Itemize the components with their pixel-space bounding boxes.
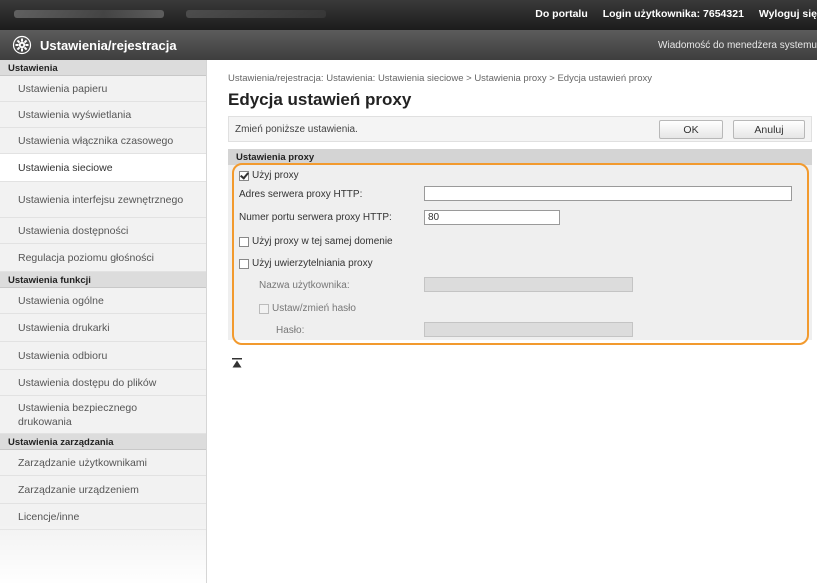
sidebar-item-timer-settings[interactable]: Ustawienia włącznika czasowego (0, 128, 206, 154)
sidebar-item-secure-print-settings[interactable]: Ustawienia bezpiecznego drukowania (0, 396, 206, 434)
page-title: Edycja ustawień proxy (228, 90, 412, 109)
login-value: 7654321 (703, 8, 744, 20)
sidebar-item-licenses[interactable]: Licencje/inne (0, 504, 206, 530)
main-content: Ustawienia/rejestracja: Ustawienia: Usta… (208, 60, 817, 583)
sidebar-section-management-settings: Ustawienia zarządzania (0, 434, 206, 450)
sidebar-item-printer-settings[interactable]: Ustawienia drukarki (0, 314, 206, 342)
username-input[interactable] (424, 277, 633, 292)
instruction-text: Zmień poniższe ustawienia. (235, 124, 358, 135)
action-bar: Zmień poniższe ustawienia. OK Anuluj (228, 116, 812, 142)
ok-button[interactable]: OK (659, 120, 723, 139)
sidebar-item-volume-settings[interactable]: Regulacja poziomu głośności (0, 244, 206, 272)
sidebar-item-general-settings[interactable]: Ustawienia ogólne (0, 288, 206, 314)
proxy-auth-checkbox[interactable] (239, 258, 249, 269)
breadcrumb: Ustawienia/rejestracja: Ustawienia: Usta… (228, 73, 652, 84)
http-server-input[interactable] (424, 186, 792, 201)
sidebar-fade (0, 523, 206, 583)
blurred-header-text-2 (186, 10, 326, 18)
same-domain-row: Użyj proxy w tej samej domenie (239, 236, 393, 247)
sidebar-item-device-management[interactable]: Zarządzanie urządzeniem (0, 476, 206, 504)
sidebar: Ustawienia Ustawienia papieru Ustawienia… (0, 60, 207, 583)
proxy-auth-row: Użyj uwierzytelniania proxy (239, 258, 373, 269)
sidebar-item-external-interface-settings[interactable]: Ustawienia interfejsu zewnętrznego (0, 182, 206, 218)
http-port-input[interactable] (424, 210, 560, 225)
same-domain-checkbox[interactable] (239, 236, 249, 247)
http-port-label: Numer portu serwera proxy HTTP: (239, 212, 392, 223)
sidebar-item-paper-settings[interactable]: Ustawienia papieru (0, 76, 206, 102)
login-label-text: Login użytkownika: (602, 8, 701, 20)
title-bar: Ustawienia/rejestracja Wiadomość do mene… (0, 30, 817, 60)
use-proxy-checkbox[interactable] (239, 170, 249, 181)
blurred-header-text (14, 10, 164, 18)
sidebar-item-accessibility-settings[interactable]: Ustawienia dostępności (0, 218, 206, 244)
sidebar-item-display-settings[interactable]: Ustawienia wyświetlania (0, 102, 206, 128)
cancel-button[interactable]: Anuluj (733, 120, 805, 139)
password-label: Hasło: (276, 325, 305, 336)
logout-link[interactable]: Wyloguj się (759, 8, 817, 20)
portal-link[interactable]: Do portalu (535, 8, 588, 20)
username-label: Nazwa użytkownika: (259, 280, 350, 291)
top-links: Do portalu Login użytkownika: 7654321 Wy… (523, 8, 817, 20)
back-to-top-icon[interactable] (232, 358, 242, 368)
set-password-checkbox[interactable] (259, 303, 269, 314)
gear-icon (12, 35, 32, 55)
sidebar-item-network-settings[interactable]: Ustawienia sieciowe (0, 154, 206, 182)
password-input[interactable] (424, 322, 633, 337)
same-domain-label: Użyj proxy w tej samej domenie (252, 236, 393, 247)
app-title: Ustawienia/rejestracja (40, 38, 177, 53)
sidebar-item-file-access-settings[interactable]: Ustawienia dostępu do plików (0, 370, 206, 396)
use-proxy-row: Użyj proxy (239, 170, 299, 181)
sidebar-section-function-settings: Ustawienia funkcji (0, 272, 206, 288)
top-bar: Do portalu Login użytkownika: 7654321 Wy… (0, 0, 817, 30)
sidebar-item-receive-settings[interactable]: Ustawienia odbioru (0, 342, 206, 370)
set-password-row: Ustaw/zmień hasło (259, 303, 356, 314)
set-password-label: Ustaw/zmień hasło (272, 303, 356, 314)
message-to-admin-link[interactable]: Wiadomość do menedżera systemu (658, 40, 817, 51)
use-proxy-label: Użyj proxy (252, 170, 299, 181)
sidebar-item-user-management[interactable]: Zarządzanie użytkownikami (0, 450, 206, 476)
http-server-label: Adres serwera proxy HTTP: (239, 189, 363, 200)
proxy-auth-label: Użyj uwierzytelniania proxy (252, 258, 373, 269)
login-label: Login użytkownika: 7654321 (603, 8, 744, 20)
sidebar-section-settings: Ustawienia (0, 60, 206, 76)
section-header-proxy: Ustawienia proxy (228, 149, 812, 165)
